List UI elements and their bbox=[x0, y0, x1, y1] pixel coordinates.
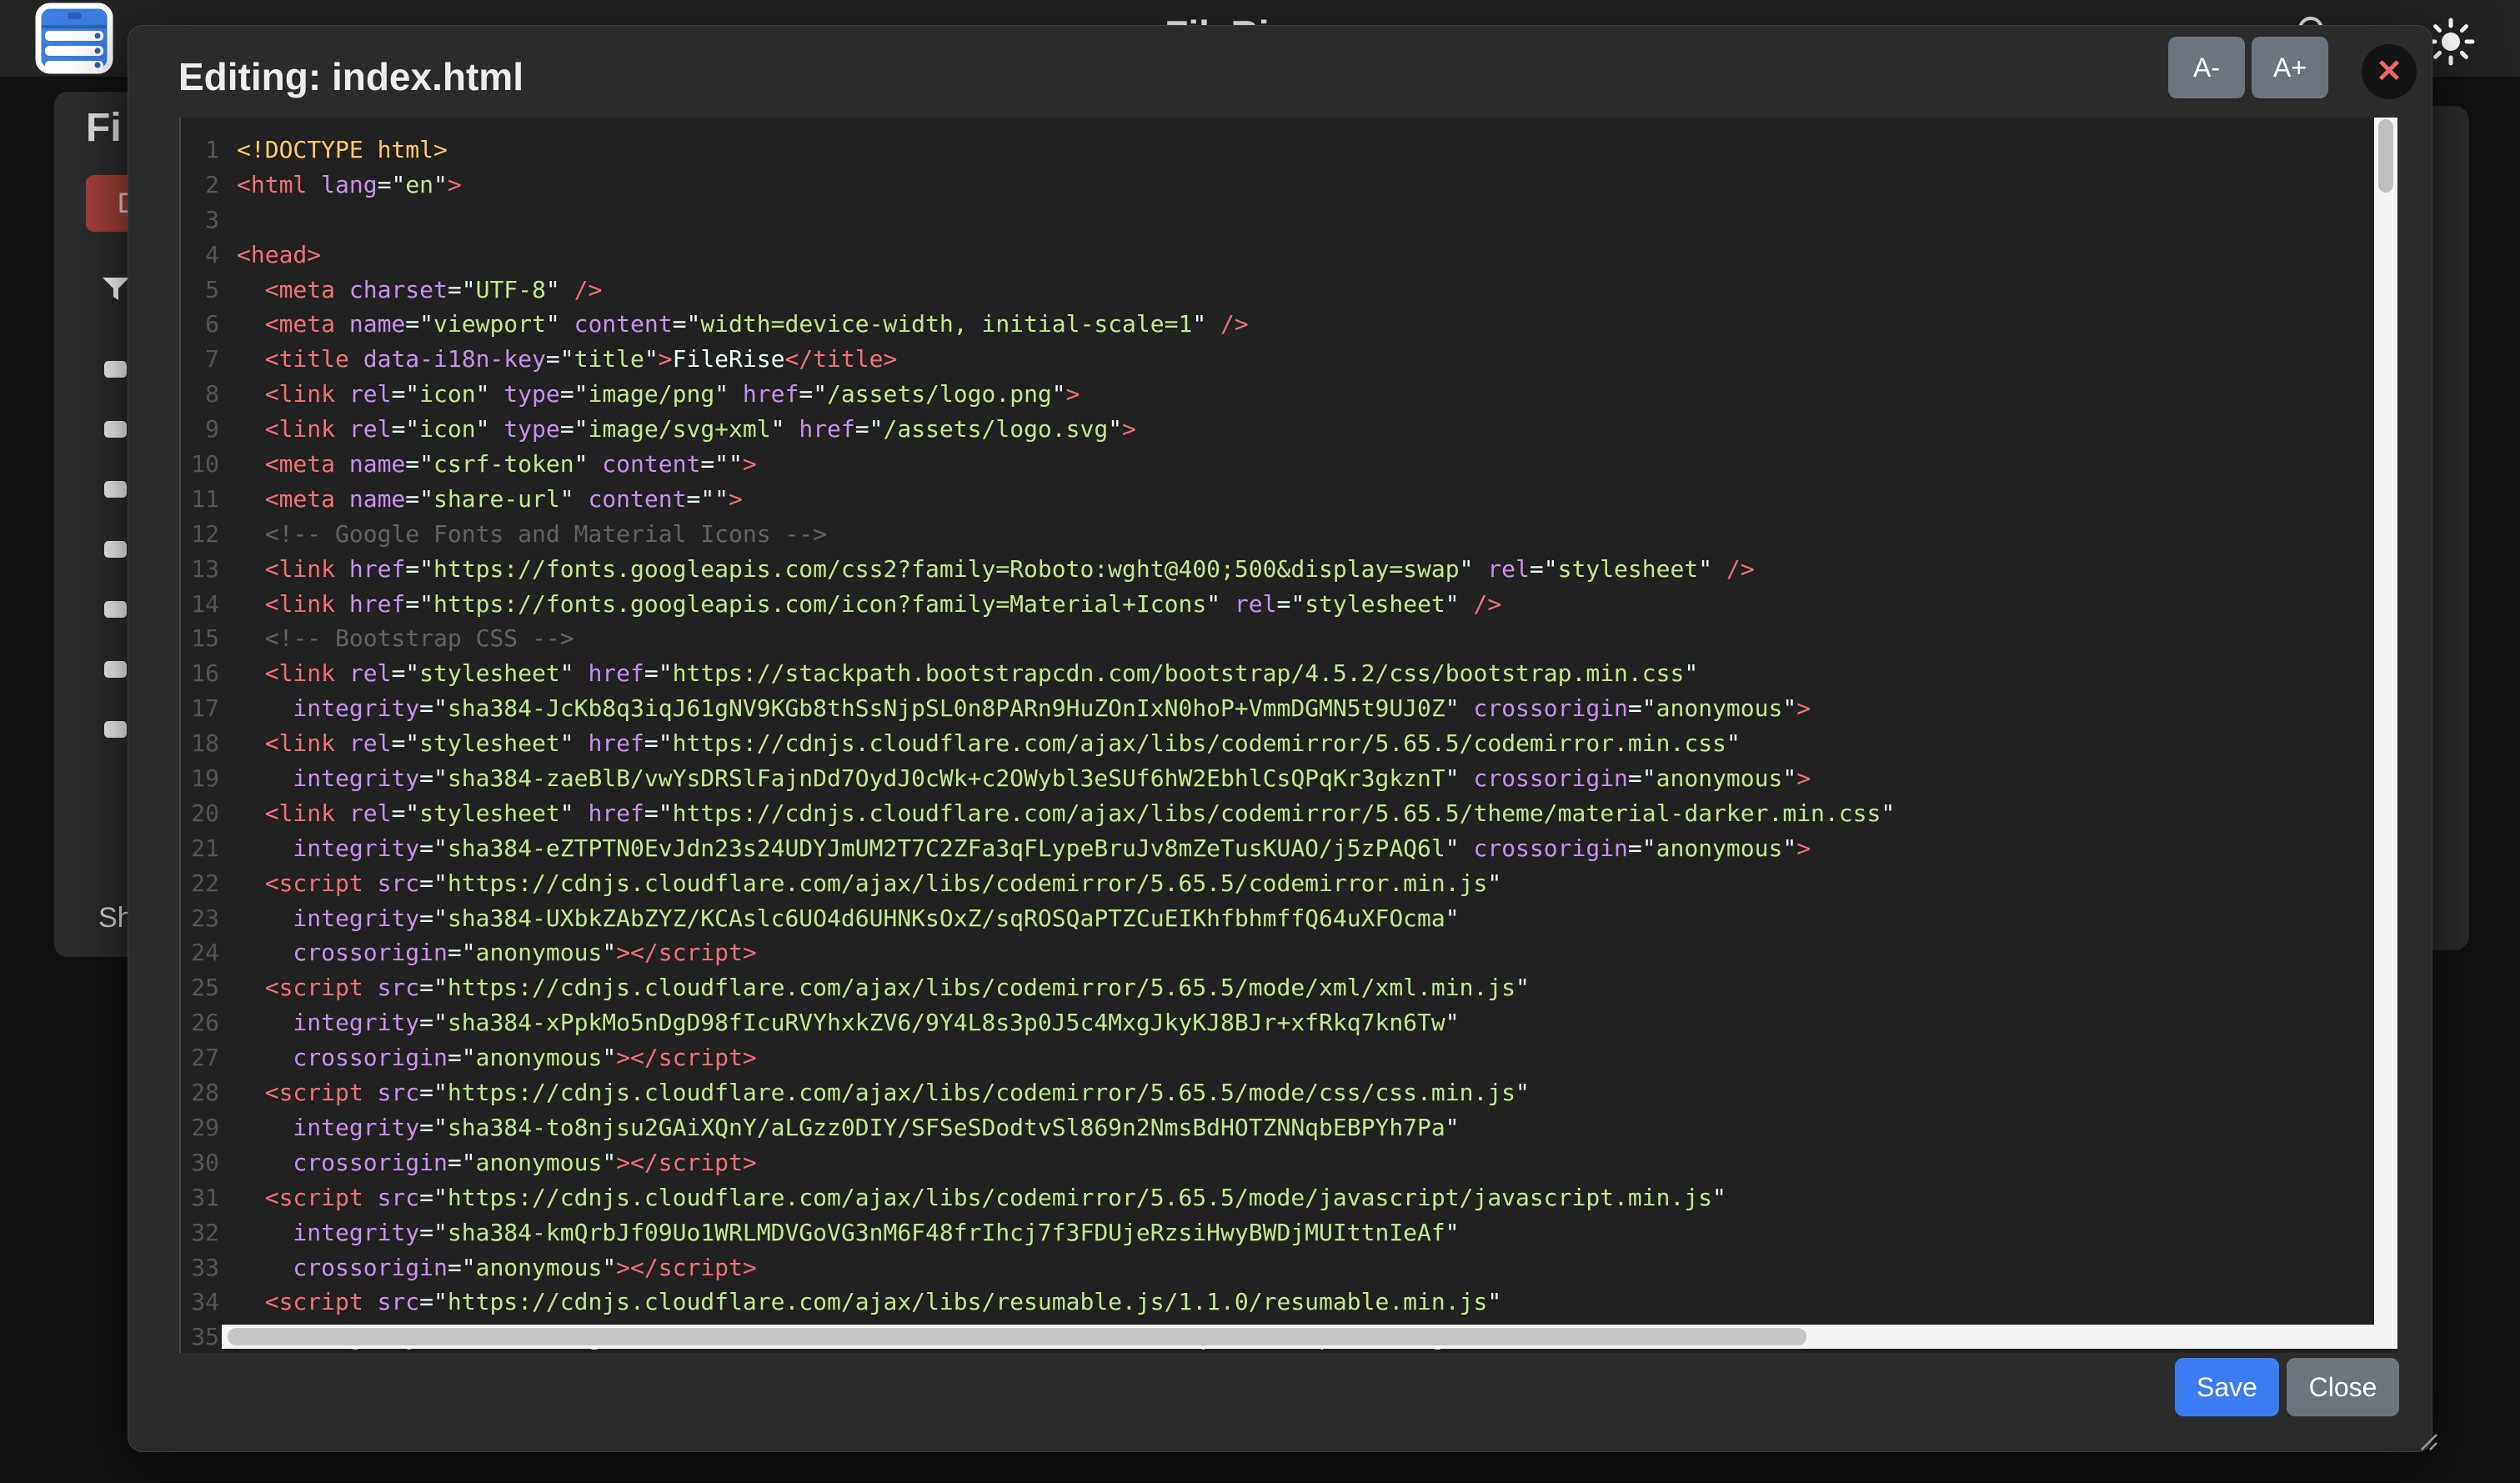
close-button[interactable]: Close bbox=[2287, 1358, 2399, 1416]
code-line: 31 <script src="https://cdnjs.cloudflare… bbox=[181, 1180, 2397, 1215]
file-checkbox[interactable] bbox=[104, 601, 127, 618]
line-number: 19 bbox=[181, 761, 219, 796]
line-number: 24 bbox=[181, 935, 219, 970]
code-line: 21 integrity="sha384-eZTPTN0EvJdn23s24UD… bbox=[181, 831, 2397, 866]
line-number: 10 bbox=[181, 447, 219, 482]
code-lines: 1<!DOCTYPE html>2<html lang="en">34<head… bbox=[181, 133, 2397, 1353]
font-increase-button[interactable]: A+ bbox=[2252, 37, 2328, 98]
file-checkbox[interactable] bbox=[104, 721, 127, 738]
code-line: 5 <meta charset="UTF-8" /> bbox=[181, 273, 2397, 308]
line-number: 27 bbox=[181, 1040, 219, 1075]
code-line: 7 <title data-i18n-key="title">FileRise<… bbox=[181, 342, 2397, 377]
page: { "header": { "app_title": "FileRise" },… bbox=[0, 0, 2520, 1483]
save-button[interactable]: Save bbox=[2175, 1358, 2279, 1416]
code-line: 1<!DOCTYPE html> bbox=[181, 133, 2397, 168]
filter-funnel-icon[interactable] bbox=[102, 277, 130, 302]
line-number: 28 bbox=[181, 1075, 219, 1110]
code-line: 12 <!-- Google Fonts and Material Icons … bbox=[181, 517, 2397, 552]
vertical-scrollbar[interactable] bbox=[2374, 118, 2397, 1349]
code-line: 8 <link rel="icon" type="image/png" href… bbox=[181, 377, 2397, 412]
file-checkbox[interactable] bbox=[104, 661, 127, 678]
editor-modal: Editing: index.html A- A+ ✕ 1<!DOCTYPE h… bbox=[128, 25, 2432, 1452]
line-number: 21 bbox=[181, 831, 219, 866]
code-line: 2<html lang="en"> bbox=[181, 168, 2397, 203]
code-line: 14 <link href="https://fonts.googleapis.… bbox=[181, 587, 2397, 622]
file-checkbox[interactable] bbox=[104, 421, 127, 438]
line-number: 23 bbox=[181, 901, 219, 936]
code-line: 22 <script src="https://cdnjs.cloudflare… bbox=[181, 866, 2397, 901]
line-number: 7 bbox=[181, 342, 219, 377]
app-logo-icon bbox=[35, 3, 113, 74]
line-number: 4 bbox=[181, 238, 219, 273]
line-number: 34 bbox=[181, 1285, 219, 1320]
code-line: 4<head> bbox=[181, 238, 2397, 273]
line-number: 2 bbox=[181, 168, 219, 203]
line-number: 5 bbox=[181, 273, 219, 308]
file-checkbox[interactable] bbox=[104, 361, 127, 378]
line-number: 30 bbox=[181, 1145, 219, 1180]
code-line: 23 integrity="sha384-UXbkZAbZYZ/KCAslc6U… bbox=[181, 901, 2397, 936]
line-number: 6 bbox=[181, 307, 219, 342]
line-number: 16 bbox=[181, 656, 219, 691]
line-number: 25 bbox=[181, 970, 219, 1005]
line-number: 32 bbox=[181, 1215, 219, 1250]
modal-title: Editing: index.html bbox=[178, 54, 524, 99]
line-number: 15 bbox=[181, 621, 219, 656]
line-number: 22 bbox=[181, 866, 219, 901]
code-line: 9 <link rel="icon" type="image/svg+xml" … bbox=[181, 412, 2397, 447]
line-number: 35 bbox=[181, 1320, 219, 1353]
code-line: 18 <link rel="stylesheet" href="https://… bbox=[181, 726, 2397, 761]
code-line: 30 crossorigin="anonymous"></script> bbox=[181, 1145, 2397, 1180]
code-line: 32 integrity="sha384-kmQrbJf09Uo1WRLMDVG… bbox=[181, 1215, 2397, 1250]
line-number: 26 bbox=[181, 1005, 219, 1040]
line-number: 20 bbox=[181, 796, 219, 831]
code-line: 6 <meta name="viewport" content="width=d… bbox=[181, 307, 2397, 342]
vertical-scrollbar-thumb[interactable] bbox=[2378, 119, 2393, 193]
line-number: 11 bbox=[181, 482, 219, 517]
line-number: 17 bbox=[181, 691, 219, 726]
code-line: 20 <link rel="stylesheet" href="https://… bbox=[181, 796, 2397, 831]
line-number: 3 bbox=[181, 203, 219, 238]
code-line: 28 <script src="https://cdnjs.cloudflare… bbox=[181, 1075, 2397, 1110]
horizontal-scrollbar-thumb[interactable] bbox=[228, 1328, 1806, 1345]
code-line: 16 <link rel="stylesheet" href="https://… bbox=[181, 656, 2397, 691]
code-line: 15 <!-- Bootstrap CSS --> bbox=[181, 621, 2397, 656]
line-number: 13 bbox=[181, 552, 219, 587]
code-line: 26 integrity="sha384-xPpkMo5nDgD98fIcuRV… bbox=[181, 1005, 2397, 1040]
code-line: 24 crossorigin="anonymous"></script> bbox=[181, 935, 2397, 970]
font-decrease-button[interactable]: A- bbox=[2168, 37, 2245, 98]
line-number: 9 bbox=[181, 412, 219, 447]
theme-toggle-sun-icon[interactable] bbox=[2426, 17, 2476, 67]
code-line: 34 <script src="https://cdnjs.cloudflare… bbox=[181, 1285, 2397, 1320]
resize-handle[interactable] bbox=[2417, 1431, 2440, 1451]
line-number: 29 bbox=[181, 1110, 219, 1145]
modal-close-icon[interactable]: ✕ bbox=[2362, 44, 2417, 99]
code-line: 3 bbox=[181, 203, 2397, 238]
line-number: 18 bbox=[181, 726, 219, 761]
file-checkbox[interactable] bbox=[104, 481, 127, 498]
line-number: 33 bbox=[181, 1250, 219, 1285]
line-number: 14 bbox=[181, 587, 219, 622]
line-number: 12 bbox=[181, 517, 219, 552]
line-number: 8 bbox=[181, 377, 219, 412]
code-editor[interactable]: 1<!DOCTYPE html>2<html lang="en">34<head… bbox=[179, 118, 2397, 1353]
horizontal-scrollbar[interactable] bbox=[222, 1325, 2397, 1349]
code-line: 11 <meta name="share-url" content=""> bbox=[181, 482, 2397, 517]
code-line: 10 <meta name="csrf-token" content=""> bbox=[181, 447, 2397, 482]
line-number: 31 bbox=[181, 1180, 219, 1215]
file-checkbox[interactable] bbox=[104, 541, 127, 558]
code-line: 25 <script src="https://cdnjs.cloudflare… bbox=[181, 970, 2397, 1005]
panel-heading: Fi bbox=[86, 105, 122, 151]
code-line: 17 integrity="sha384-JcKb8q3iqJ61gNV9KGb… bbox=[181, 691, 2397, 726]
code-line: 19 integrity="sha384-zaeBlB/vwYsDRSlFajn… bbox=[181, 761, 2397, 796]
line-number: 1 bbox=[181, 133, 219, 168]
code-line: 29 integrity="sha384-to8njsu2GAiXQnY/aLG… bbox=[181, 1110, 2397, 1145]
code-line: 27 crossorigin="anonymous"></script> bbox=[181, 1040, 2397, 1075]
code-line: 33 crossorigin="anonymous"></script> bbox=[181, 1250, 2397, 1285]
code-line: 13 <link href="https://fonts.googleapis.… bbox=[181, 552, 2397, 587]
